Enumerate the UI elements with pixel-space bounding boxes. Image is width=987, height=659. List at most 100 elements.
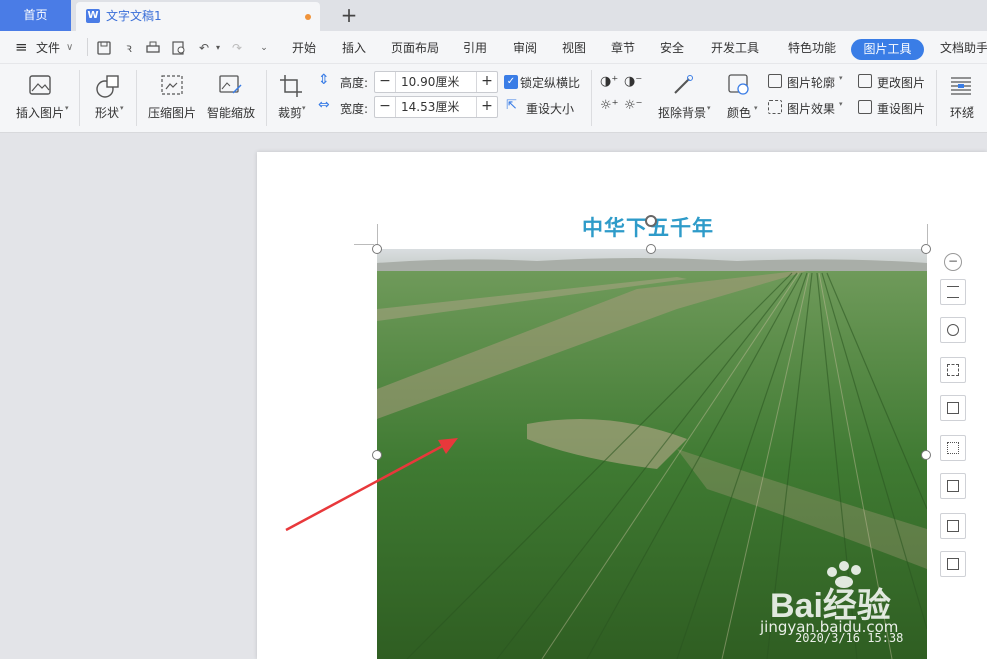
hamburger-icon[interactable]: ≡ (15, 31, 28, 63)
picture-effects-icon[interactable] (768, 100, 782, 114)
remove-bg-tool-button[interactable] (940, 357, 966, 383)
print-icon[interactable] (146, 41, 160, 55)
zoom-in-icon (947, 324, 959, 336)
crop-button[interactable]: 裁剪 (272, 68, 308, 128)
reset-picture-icon[interactable] (858, 100, 872, 114)
dropdown-arrow-icon[interactable]: ▾ (839, 74, 843, 82)
resize-handle-right[interactable] (921, 450, 931, 460)
resize-handle-left[interactable] (372, 450, 382, 460)
picture-text-icon (947, 520, 959, 532)
picture-translate-button[interactable] (940, 551, 966, 577)
width-decrease-button[interactable]: − (375, 97, 396, 117)
customize-quick-access-icon[interactable]: ⌄ (257, 41, 271, 55)
ribbon-divider (266, 70, 267, 126)
smart-zoom-button[interactable]: 智能缩放 (203, 68, 259, 128)
reset-size-button[interactable]: 重设大小 (526, 100, 574, 117)
tab-security[interactable]: 安全 (660, 31, 684, 63)
change-picture-icon[interactable] (858, 74, 872, 88)
change-picture-button[interactable]: 更改图片 (877, 74, 925, 91)
resize-handle-top[interactable] (646, 244, 656, 254)
contrast-decrease-icon[interactable]: ☼⁻ (624, 98, 643, 113)
width-value[interactable]: 14.53厘米 (401, 97, 459, 117)
ribbon-divider (591, 70, 592, 126)
undo-icon[interactable]: ↶ (197, 41, 211, 55)
menu-file[interactable]: 文件 (36, 31, 60, 63)
picture-to-pdf-button[interactable] (940, 473, 966, 499)
compress-picture-button[interactable]: 压缩图片 (144, 68, 200, 128)
dropdown-arrow-icon[interactable]: ▾ (970, 104, 974, 112)
brightness-increase-icon[interactable]: ◑⁺ (600, 74, 618, 89)
contrast-increase-icon[interactable]: ☼⁺ (600, 98, 619, 113)
shape-button[interactable]: 形状 (88, 68, 126, 128)
picture-to-text-button[interactable] (940, 513, 966, 539)
height-decrease-button[interactable]: − (375, 72, 396, 92)
lock-ratio-label: 锁定纵横比 (520, 76, 581, 90)
brightness-decrease-icon[interactable]: ◑⁻ (624, 74, 642, 89)
picture-icon (29, 75, 51, 95)
resize-handle-top-left[interactable] (372, 244, 382, 254)
reset-size-icon[interactable]: ⇱ (506, 98, 517, 113)
photo-date-stamp: 2020/3/16 15:38 (795, 631, 904, 645)
new-tab-button[interactable]: + (338, 3, 360, 27)
divider (87, 38, 88, 56)
height-icon: ⇕ (318, 72, 330, 88)
tab-picture-tools[interactable]: 图片工具 (851, 39, 924, 60)
tab-special-features[interactable]: 特色功能 (788, 31, 836, 63)
shape-icon (96, 75, 119, 98)
chevron-down-icon[interactable]: ∨ (66, 31, 73, 63)
resize-handle-top-right[interactable] (921, 244, 931, 254)
wrap-text-label: 环绕 (949, 106, 974, 120)
zoom-in-button[interactable] (940, 317, 966, 343)
picture-effects-button[interactable]: 图片效果 (787, 100, 835, 117)
tab-insert[interactable]: 插入 (342, 31, 366, 63)
tab-document[interactable]: W 文字文稿1 (76, 2, 320, 31)
collapse-toolbar-icon[interactable]: − (944, 253, 962, 271)
crop-tool-button[interactable] (940, 395, 966, 421)
ribbon-divider (136, 70, 137, 126)
dropdown-arrow-icon[interactable]: ▾ (120, 104, 124, 112)
tab-start[interactable]: 开始 (292, 31, 316, 63)
redo-icon[interactable]: ↷ (230, 41, 244, 55)
remove-background-button[interactable]: 抠除背景 (652, 68, 712, 128)
tab-section[interactable]: 章节 (611, 31, 635, 63)
save-icon[interactable] (97, 41, 111, 55)
tab-page-layout[interactable]: 页面布局 (391, 31, 439, 63)
dropdown-arrow-icon[interactable]: ▾ (302, 104, 306, 112)
wrap-text-button[interactable]: 环绕 (940, 68, 984, 128)
remove-background-icon (674, 75, 693, 94)
crop-icon (280, 75, 302, 97)
lock-ratio-checkbox[interactable]: ✓ (504, 75, 518, 89)
width-stepper[interactable]: − 14.53厘米 + (374, 96, 498, 118)
menu-bar: ≡ 文件 ∨ ꝛ ↶ ▾ ↷ ⌄ 开始 插入 页面布局 引用 审阅 视图 章节 … (0, 31, 987, 64)
height-increase-button[interactable]: + (476, 72, 497, 92)
red-arrow-annotation (285, 438, 458, 532)
undo-dropdown-icon[interactable]: ▾ (211, 41, 225, 55)
tab-developer[interactable]: 开发工具 (711, 31, 759, 63)
dropdown-arrow-icon[interactable]: ▾ (839, 100, 843, 108)
height-stepper[interactable]: − 10.90厘米 + (374, 71, 498, 93)
dropdown-arrow-icon[interactable]: ▾ (65, 104, 69, 112)
document-tab-title: 文字文稿1 (106, 9, 162, 23)
tab-view[interactable]: 视图 (562, 31, 586, 63)
height-value[interactable]: 10.90厘米 (401, 72, 459, 92)
layout-options-button[interactable] (940, 279, 966, 305)
height-label: 高度: (340, 76, 369, 90)
color-button[interactable]: 颜色 (720, 68, 758, 128)
picture-outline-icon[interactable] (768, 74, 782, 88)
tab-document-assistant[interactable]: 文档助手 (940, 31, 987, 63)
layout-icon (947, 286, 959, 298)
select-area-button[interactable] (940, 435, 966, 461)
picture-outline-button[interactable]: 图片轮廓 (787, 74, 835, 91)
tab-references[interactable]: 引用 (463, 31, 487, 63)
rotate-handle[interactable] (645, 215, 657, 227)
width-increase-button[interactable]: + (476, 97, 497, 117)
format-painter-icon[interactable]: ꝛ (122, 41, 136, 55)
tab-home[interactable]: 首页 (0, 0, 71, 31)
print-preview-icon[interactable] (172, 41, 186, 55)
insert-picture-button[interactable]: 插入图片 (8, 68, 72, 128)
dropdown-arrow-icon[interactable]: ▾ (754, 104, 758, 112)
reset-picture-button[interactable]: 重设图片 (877, 100, 925, 117)
dropdown-arrow-icon[interactable]: ▾ (707, 104, 711, 112)
ribbon-picture-tools: 插入图片 ▾ 形状 ▾ 压缩图片 智能缩放 裁剪 ▾ ⇕ 高度: − 10.90… (0, 64, 987, 133)
tab-review[interactable]: 审阅 (513, 31, 537, 63)
